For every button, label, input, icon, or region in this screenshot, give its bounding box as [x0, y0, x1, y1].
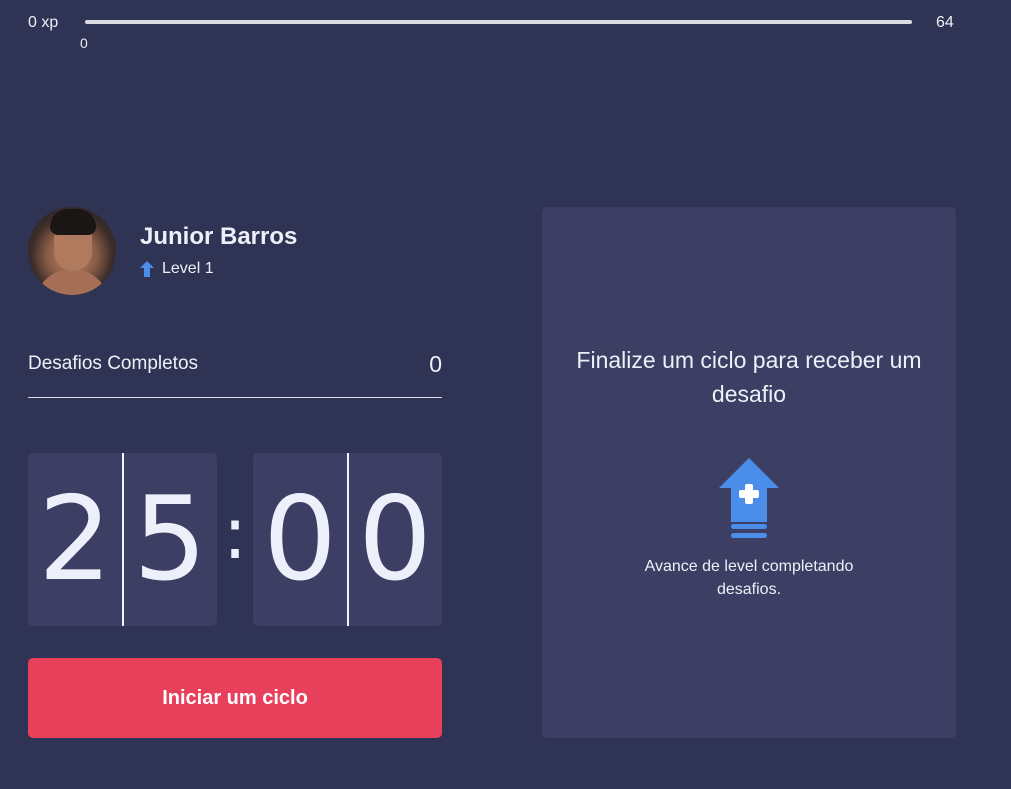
countdown-seconds: 0 0 — [253, 453, 442, 626]
second-tens-digit: 0 — [263, 472, 337, 607]
challenge-box-hint: Avance de level completando desafios. — [644, 558, 854, 598]
second-units-digit: 0 — [358, 472, 432, 607]
completed-challenges: Desafios Completos 0 — [28, 347, 442, 398]
left-column: Junior Barros Level 1 Desafios Completos… — [28, 207, 442, 738]
start-cycle-button[interactable]: Iniciar um ciclo — [28, 658, 442, 738]
minute-tens-digit: 2 — [38, 472, 112, 607]
profile: Junior Barros Level 1 — [28, 207, 442, 295]
profile-level: Level 1 — [140, 260, 214, 278]
profile-name: Junior Barros — [140, 223, 298, 250]
completed-challenges-count: 0 — [429, 351, 442, 377]
xp-progress-track — [85, 20, 912, 24]
profile-level-label: Level 1 — [162, 260, 214, 277]
challenge-box: Finalize um ciclo para receber um desafi… — [542, 207, 956, 738]
level-up-arrow-icon — [140, 261, 154, 277]
countdown-separator: : — [222, 491, 248, 575]
xp-current-value: 0 — [80, 35, 88, 51]
challenge-box-title: Finalize um ciclo para receber um desafi… — [576, 347, 922, 407]
xp-min-label: 0 xp — [28, 14, 59, 31]
level-up-arrow-plus-icon — [719, 458, 779, 538]
experience-bar: 0 xp 0 64 — [0, 0, 1011, 60]
minute-units-digit: 5 — [133, 472, 207, 607]
xp-max-label: 64 — [936, 14, 954, 31]
avatar — [28, 207, 116, 295]
countdown-minutes: 2 5 — [28, 453, 217, 626]
completed-challenges-label: Desafios Completos — [28, 353, 199, 374]
countdown: 2 5 : 0 0 — [28, 453, 442, 626]
